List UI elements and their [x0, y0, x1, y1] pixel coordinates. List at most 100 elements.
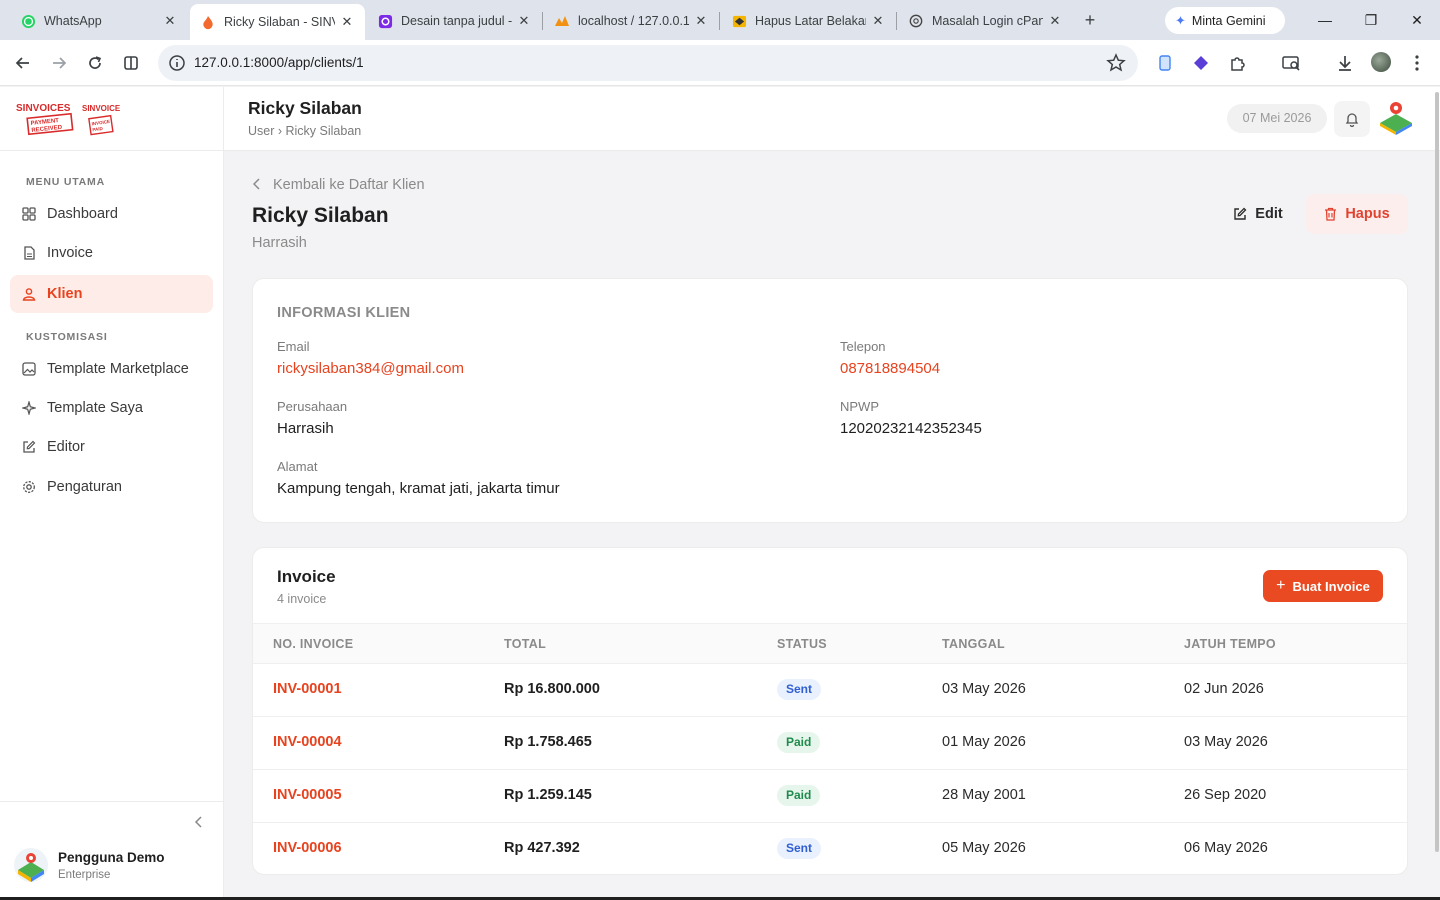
browser-tab-whatsapp[interactable]: WhatsApp ✕ [10, 6, 188, 36]
edit-button[interactable]: Edit [1218, 196, 1298, 232]
close-tab-icon[interactable]: ✕ [693, 13, 709, 29]
sinvoices-logo[interactable]: SINVOICES SINVOICES PAYMENTRECEIVED INVO… [16, 101, 126, 137]
collapse-sidebar-icon[interactable] [190, 813, 208, 831]
browser-tab-active[interactable]: Ricky Silaban - SINV ✕ [190, 4, 365, 40]
status-badge: Paid [777, 732, 821, 753]
browser-tab-removebg[interactable]: Hapus Latar Belakan ✕ [721, 6, 896, 36]
address-label: Alamat [277, 459, 318, 474]
browser-tab-strip: WhatsApp ✕ Ricky Silaban - SINV ✕ Desain… [0, 0, 1440, 40]
flame-icon [200, 14, 216, 30]
address-bar[interactable]: 127.0.0.1:8000/app/clients/1 [158, 45, 1138, 81]
close-tab-icon[interactable]: ✕ [870, 13, 886, 29]
column-header: TOTAL [504, 637, 547, 651]
table-row[interactable]: INV-00004 Rp 1.758.465 Paid 01 May 2026 … [253, 717, 1407, 770]
invoice-date: 03 May 2026 [942, 681, 1026, 697]
table-row[interactable]: INV-00001 Rp 16.800.000 Sent 03 May 2026… [253, 664, 1407, 717]
email-value[interactable]: rickysilaban384@gmail.com [277, 360, 464, 377]
invoice-section-title: Invoice [277, 567, 336, 586]
close-window-icon[interactable]: ✕ [1407, 10, 1427, 30]
notification-bell-icon[interactable] [1334, 101, 1370, 137]
back-to-client-list-link[interactable]: Kembali ke Daftar Klien [252, 177, 425, 193]
browser-toolbar: 127.0.0.1:8000/app/clients/1 1 [0, 40, 1440, 116]
browser-tab-phpmyadmin[interactable]: localhost / 127.0.0.1 ✕ [544, 6, 719, 36]
bookmark-star-icon[interactable] [1106, 53, 1126, 73]
sidebar-item-pengaturan[interactable]: Pengaturan [10, 468, 213, 506]
invoice-total: Rp 427.392 [504, 840, 580, 856]
forward-arrow-icon[interactable] [47, 51, 71, 75]
kebab-menu-icon[interactable] [1406, 52, 1428, 74]
page-scrollbar[interactable] [1435, 92, 1439, 852]
close-tab-icon[interactable]: ✕ [339, 14, 355, 30]
sidebar-item-editor[interactable]: Editor [10, 428, 213, 466]
new-tab-icon[interactable]: + [1080, 10, 1100, 30]
invoice-number-link[interactable]: INV-00006 [273, 840, 342, 856]
browser-tab-canva[interactable]: Desain tanpa judul - ✕ [367, 6, 542, 36]
table-row[interactable]: INV-00006 Rp 427.392 Sent 05 May 2026 06… [253, 823, 1407, 874]
app-header: Ricky Silaban User › Ricky Silaban 07 Me… [224, 87, 1440, 151]
company-label: Perusahaan [277, 399, 348, 414]
sidebar-item-label: Pengaturan [47, 479, 122, 495]
close-tab-icon[interactable]: ✕ [516, 13, 532, 29]
users-icon [22, 287, 36, 301]
reading-mode-icon[interactable] [1154, 52, 1176, 74]
page-title: Ricky Silaban [252, 204, 389, 227]
table-row[interactable]: INV-00005 Rp 1.259.145 Paid 28 May 2001 … [253, 770, 1407, 823]
invoice-number-link[interactable]: INV-00005 [273, 787, 342, 803]
tab-separator [542, 12, 543, 30]
column-header: TANGGAL [942, 637, 1005, 651]
cast-search-icon[interactable] [1280, 52, 1302, 74]
browser-profile-avatar[interactable] [1371, 52, 1391, 72]
invoice-table-header: NO. INVOICE TOTAL STATUS TANGGAL JATUH T… [253, 623, 1407, 664]
close-tab-icon[interactable]: ✕ [1047, 13, 1063, 29]
sidebar-item-template-saya[interactable]: Template Saya [10, 389, 213, 427]
gear-icon [22, 480, 36, 494]
download-icon[interactable] [1334, 52, 1356, 74]
close-tab-icon[interactable]: ✕ [162, 13, 178, 29]
minimize-icon[interactable]: — [1315, 10, 1335, 30]
phpmyadmin-icon [554, 13, 570, 29]
client-info-card: INFORMASI KLIEN Email rickysilaban384@gm… [252, 278, 1408, 523]
delete-button[interactable]: Hapus [1306, 194, 1408, 234]
reload-icon[interactable] [83, 51, 107, 75]
header-avatar[interactable] [1378, 99, 1414, 135]
sidebar-item-label: Dashboard [47, 206, 118, 222]
create-invoice-button[interactable]: + Buat Invoice [1263, 570, 1383, 602]
site-info-icon[interactable] [168, 54, 186, 72]
invoice-count: 4 invoice [277, 592, 327, 606]
invoice-number-link[interactable]: INV-00004 [273, 734, 342, 750]
tab-title: WhatsApp [44, 14, 102, 28]
address-value: Kampung tengah, kramat jati, jakarta tim… [277, 480, 560, 497]
restore-icon[interactable]: ❐ [1361, 10, 1381, 30]
browser-tab-chatgpt[interactable]: Masalah Login cPan ✕ [898, 6, 1073, 36]
page-subtitle: Harrasih [252, 235, 307, 251]
section-main-menu: MENU UTAMA [26, 176, 105, 188]
sidebar-item-dashboard[interactable]: Dashboard [10, 195, 213, 233]
header-date: 07 Mei 2026 [1227, 104, 1327, 133]
document-icon [22, 246, 36, 260]
pencil-square-icon [22, 440, 36, 454]
invoice-date: 28 May 2001 [942, 787, 1026, 803]
back-arrow-icon[interactable] [11, 51, 35, 75]
gemini-button[interactable]: ✦ Minta Gemini [1165, 7, 1285, 34]
user-avatar[interactable] [14, 848, 48, 882]
section-customization: KUSTOMISASI [26, 331, 108, 343]
npwp-value: 12020232142352345 [840, 420, 982, 437]
app-sidebar: SINVOICES SINVOICES PAYMENTRECEIVED INVO… [0, 87, 224, 900]
sidebar-item-klien[interactable]: Klien [10, 275, 213, 313]
column-header: JATUH TEMPO [1184, 637, 1276, 651]
column-header: STATUS [777, 637, 827, 651]
edit-label: Edit [1255, 206, 1283, 222]
email-label: Email [277, 339, 310, 354]
tab-title: Hapus Latar Belakan [755, 14, 866, 28]
invoice-total: Rp 1.758.465 [504, 734, 592, 750]
status-badge: Paid [777, 785, 821, 806]
phone-value[interactable]: 087818894504 [840, 360, 940, 377]
invoice-number-link[interactable]: INV-00001 [273, 681, 342, 697]
puzzle-icon[interactable] [1227, 52, 1249, 74]
sidebar-item-invoice[interactable]: Invoice [10, 234, 213, 272]
extension-icon[interactable] [1190, 52, 1212, 74]
split-view-icon[interactable] [119, 51, 143, 75]
url-text: 127.0.0.1:8000/app/clients/1 [194, 55, 364, 70]
back-link-label: Kembali ke Daftar Klien [273, 177, 425, 193]
sidebar-item-template-marketplace[interactable]: Template Marketplace [10, 350, 213, 388]
